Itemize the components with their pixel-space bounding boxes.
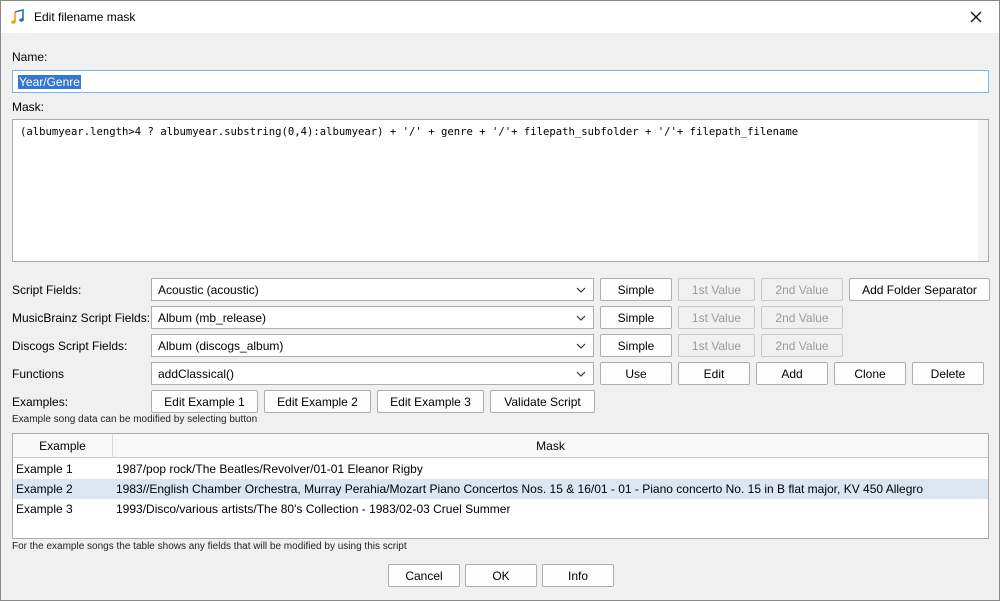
chevron-down-icon [576, 287, 586, 293]
row-mask-cell: 1983//English Chamber Orchestra, Murray … [116, 482, 924, 496]
ok-button[interactable]: OK [465, 564, 537, 587]
edit-example-1-button[interactable]: Edit Example 1 [151, 390, 258, 413]
edit-example-3-button[interactable]: Edit Example 3 [377, 390, 484, 413]
mb-fields-label: MusicBrainz Script Fields: [12, 311, 151, 325]
examples-label: Examples: [12, 395, 69, 409]
dialog-window: Edit filename mask Name: Year/Genre Mask… [0, 0, 1000, 601]
chevron-down-icon [576, 315, 586, 321]
delete-function-button[interactable]: Delete [912, 362, 984, 385]
column-header-example[interactable]: Example [13, 434, 113, 458]
chevron-down-icon [576, 371, 586, 377]
table-row[interactable]: Example 1 1987/pop rock/The Beatles/Revo… [13, 459, 988, 479]
cancel-button[interactable]: Cancel [388, 564, 460, 587]
discogs-fields-label: Discogs Script Fields: [12, 339, 128, 353]
examples-table: Example Mask Example 1 1987/pop rock/The… [12, 433, 989, 539]
use-function-button[interactable]: Use [600, 362, 672, 385]
app-music-icon [10, 8, 26, 25]
mask-label: Mask: [12, 100, 45, 114]
script-fields-simple-button[interactable]: Simple [600, 278, 672, 301]
info-button[interactable]: Info [542, 564, 614, 587]
discogs-fields-select[interactable]: Album (discogs_album) [151, 334, 594, 357]
mb-fields-select[interactable]: Album (mb_release) [151, 306, 594, 329]
title-bar: Edit filename mask [1, 1, 999, 33]
column-header-mask[interactable]: Mask [113, 434, 988, 458]
name-input[interactable]: Year/Genre [12, 70, 989, 93]
mb-fields-simple-button[interactable]: Simple [600, 306, 672, 329]
name-label: Name: [12, 50, 48, 64]
edit-function-button[interactable]: Edit [678, 362, 750, 385]
row-example-cell: Example 3 [16, 502, 73, 516]
functions-value: addClassical() [158, 366, 235, 381]
script-fields-1st-value-button[interactable]: 1st Value [678, 278, 755, 301]
clone-function-button[interactable]: Clone [834, 362, 906, 385]
mask-value: (albumyear.length>4 ? albumyear.substrin… [20, 126, 799, 138]
examples-note: Example song data can be modified by sel… [12, 414, 258, 425]
script-fields-value: Acoustic (acoustic) [158, 282, 259, 297]
name-input-value: Year/Genre [18, 74, 81, 89]
mask-textarea[interactable]: (albumyear.length>4 ? albumyear.substrin… [12, 119, 989, 262]
close-button[interactable] [961, 5, 991, 29]
add-folder-separator-button[interactable]: Add Folder Separator [849, 278, 990, 301]
row-example-cell: Example 1 [16, 462, 73, 476]
script-fields-select[interactable]: Acoustic (acoustic) [151, 278, 594, 301]
functions-label: Functions [12, 367, 65, 381]
chevron-down-icon [576, 343, 586, 349]
discogs-fields-2nd-value-button[interactable]: 2nd Value [761, 334, 843, 357]
discogs-fields-simple-button[interactable]: Simple [600, 334, 672, 357]
table-row[interactable]: Example 3 1993/Disco/various artists/The… [13, 499, 988, 519]
table-row[interactable]: Example 2 1983//English Chamber Orchestr… [13, 479, 988, 499]
validate-script-button[interactable]: Validate Script [490, 390, 595, 413]
script-fields-2nd-value-button[interactable]: 2nd Value [761, 278, 843, 301]
mb-fields-1st-value-button[interactable]: 1st Value [678, 306, 755, 329]
footer-note: For the example songs the table shows an… [12, 541, 407, 552]
window-title: Edit filename mask [34, 10, 136, 24]
discogs-fields-value: Album (discogs_album) [158, 338, 284, 353]
mb-fields-value: Album (mb_release) [158, 310, 267, 325]
close-icon [970, 11, 982, 23]
mask-scrollbar[interactable] [978, 120, 988, 261]
row-example-cell: Example 2 [16, 482, 73, 496]
add-function-button[interactable]: Add [756, 362, 828, 385]
discogs-fields-1st-value-button[interactable]: 1st Value [678, 334, 755, 357]
row-mask-cell: 1987/pop rock/The Beatles/Revolver/01-01… [116, 462, 423, 476]
row-mask-cell: 1993/Disco/various artists/The 80's Coll… [116, 502, 511, 516]
edit-example-2-button[interactable]: Edit Example 2 [264, 390, 371, 413]
mb-fields-2nd-value-button[interactable]: 2nd Value [761, 306, 843, 329]
functions-select[interactable]: addClassical() [151, 362, 594, 385]
table-header: Example Mask [13, 434, 988, 458]
script-fields-label: Script Fields: [12, 283, 82, 297]
